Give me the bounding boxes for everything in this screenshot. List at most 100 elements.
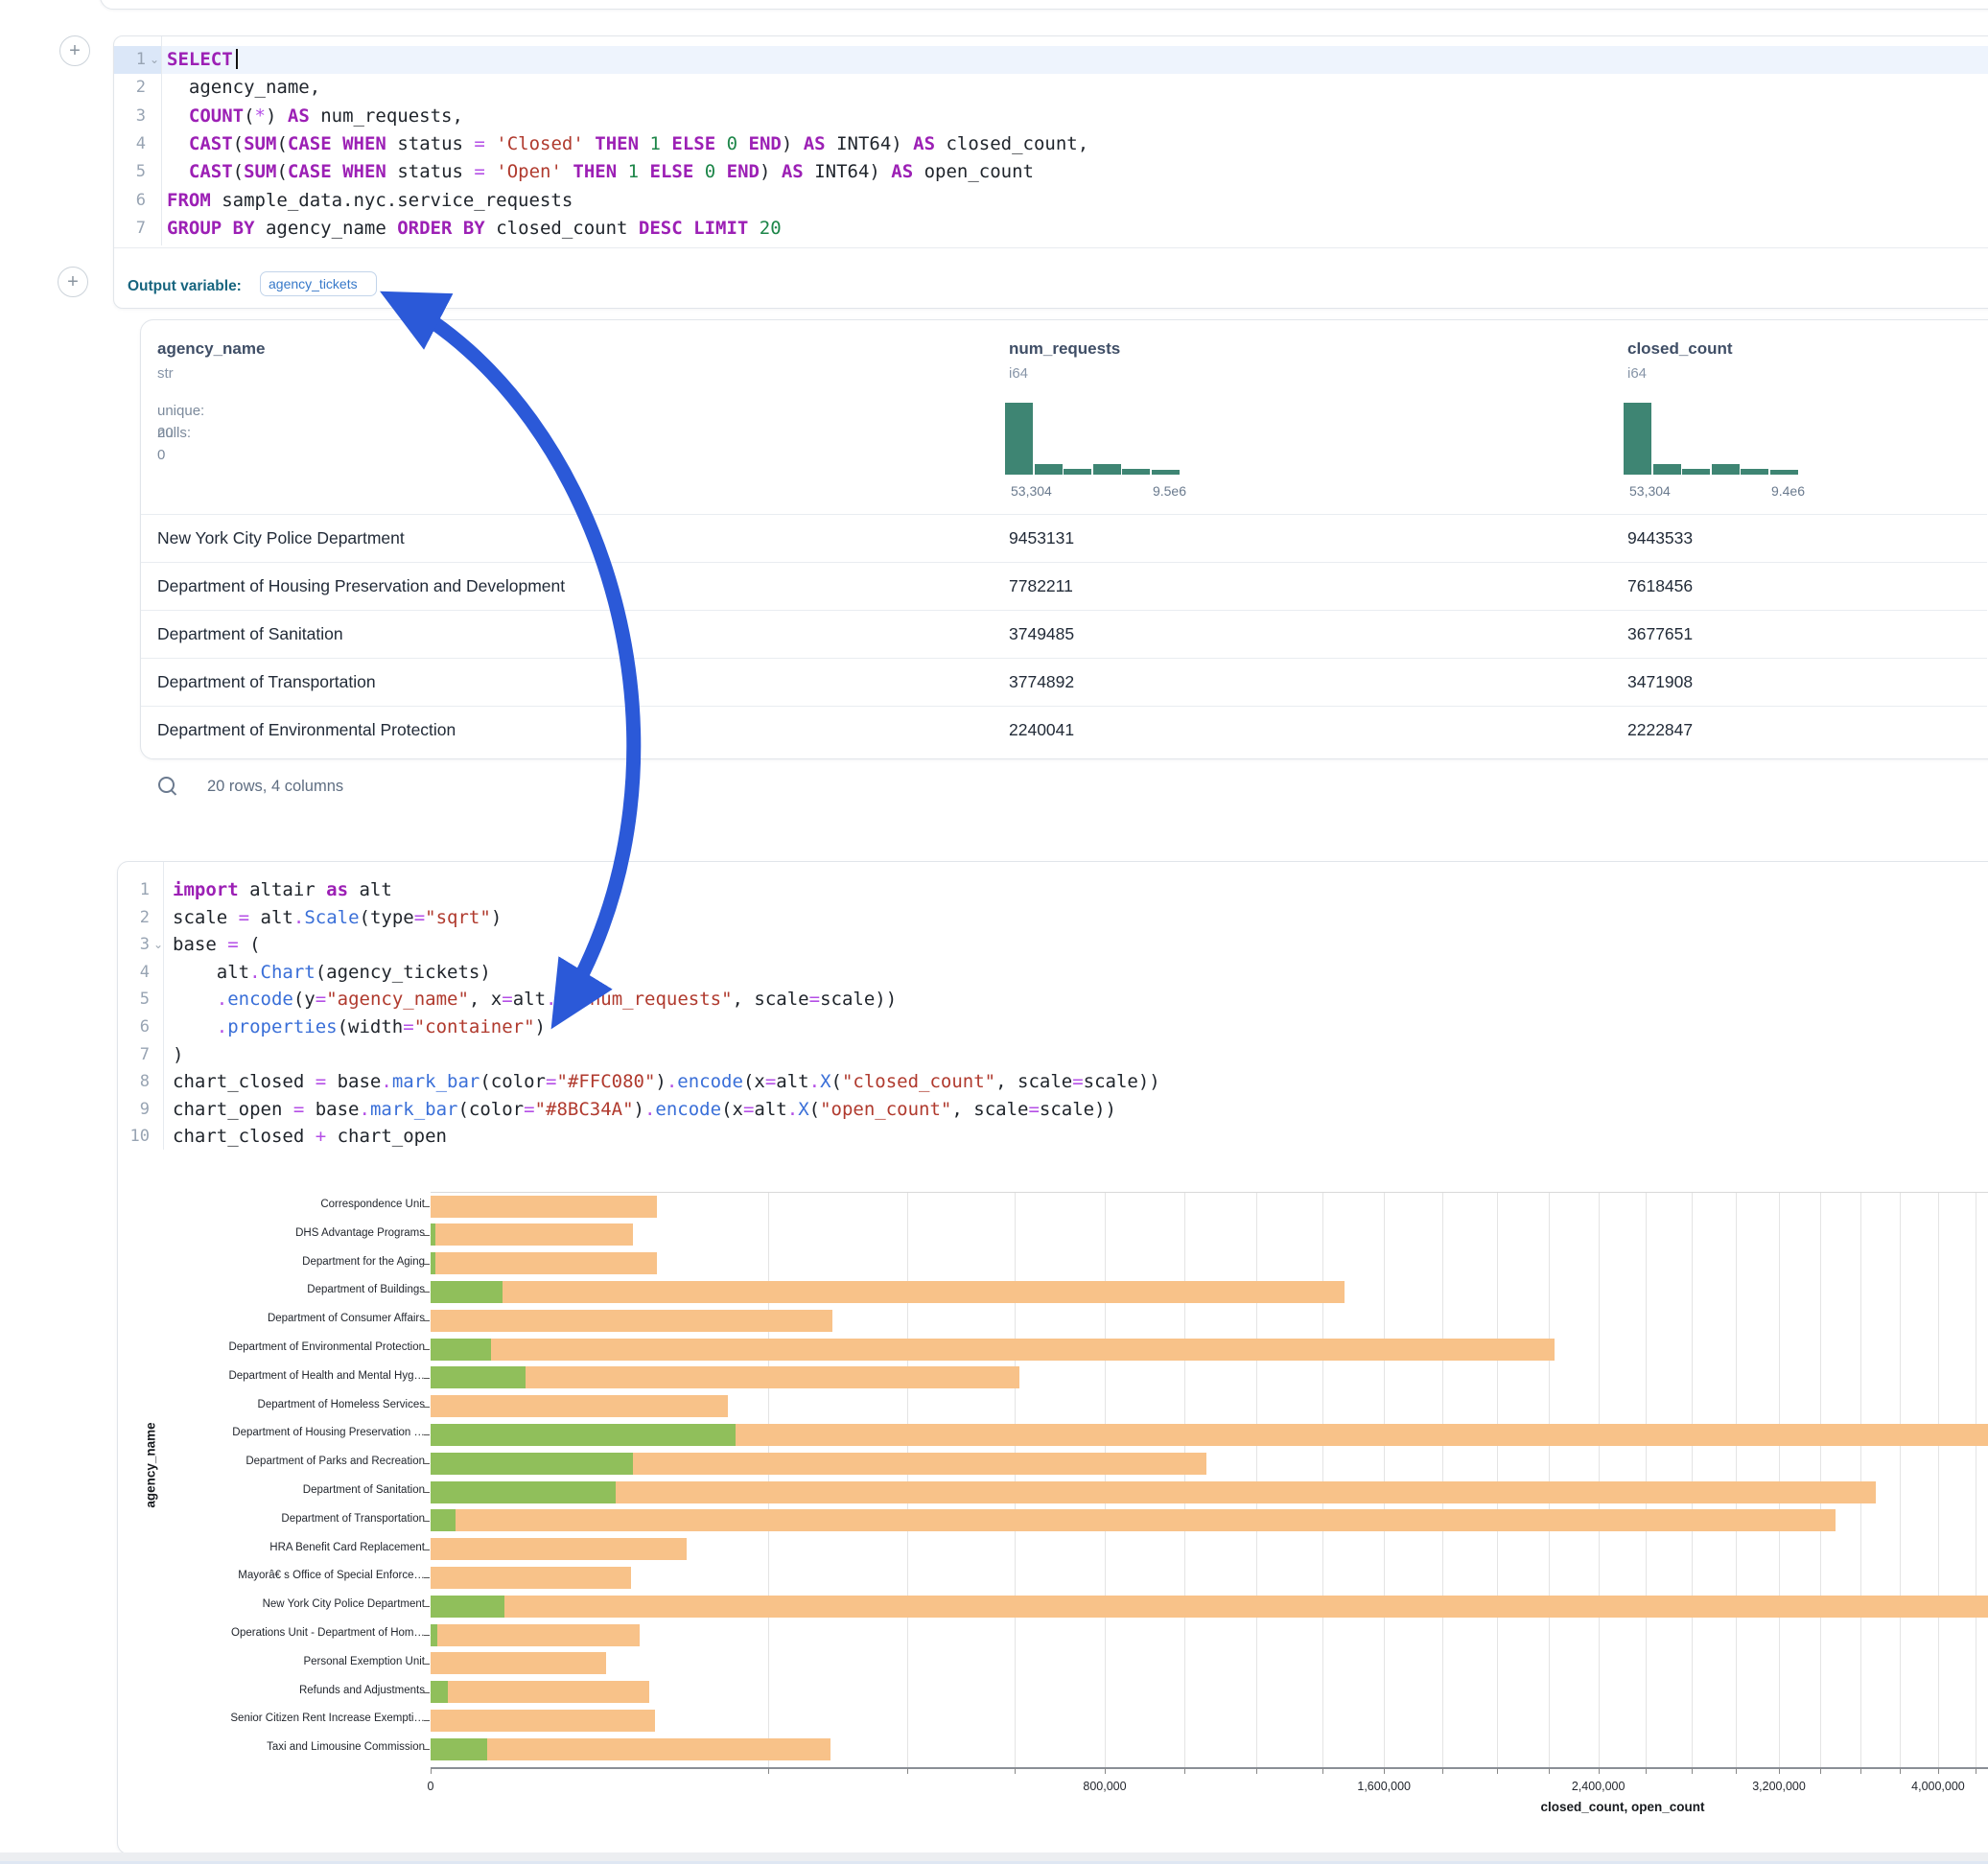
sql-cell-footer-divider [114, 247, 1988, 248]
open-count-bar [431, 1624, 437, 1646]
gridline [1820, 1193, 1821, 1767]
cell-num-requests: 3774892 [1009, 672, 1074, 692]
code-line: .encode(y="agency_name", x=alt.X("num_re… [173, 986, 897, 1014]
y-axis-label: Department of Sanitation [137, 1484, 425, 1496]
histogram-bar [1152, 470, 1181, 475]
x-axis-tick [1384, 1768, 1385, 1774]
closed-count-bar [431, 1395, 728, 1417]
x-axis-tick-label: 3,200,000 [1752, 1780, 1806, 1793]
line-number: 6 [107, 187, 146, 215]
line-number: 4 [107, 130, 146, 158]
y-axis-tick [424, 1577, 430, 1578]
histogram-bar [1122, 469, 1151, 475]
gridline [768, 1193, 769, 1767]
cell-num-requests: 2240041 [1009, 720, 1074, 740]
open-count-bar [431, 1453, 633, 1475]
cell-closed-count: 2222847 [1627, 720, 1693, 740]
cell-num-requests: 9453131 [1009, 528, 1074, 548]
gridline [1938, 1193, 1939, 1767]
gridline [1692, 1193, 1693, 1767]
histogram-bar [1005, 403, 1034, 475]
y-axis-tick [424, 1378, 430, 1379]
cell-agency-name: Department of Sanitation [157, 624, 343, 644]
output-variable-pill[interactable]: agency_tickets [260, 271, 377, 296]
closed-count-bar [431, 1624, 640, 1646]
code-line: SELECT [167, 46, 238, 74]
fold-caret-icon[interactable]: ⌄ [150, 53, 159, 66]
open-count-bar [431, 1366, 526, 1388]
add-cell-button-middle[interactable]: + [58, 267, 88, 297]
x-axis-tick [1322, 1768, 1323, 1774]
line-number: 2 [107, 74, 146, 102]
y-axis-label: Department of Buildings [137, 1284, 425, 1295]
y-axis-tick [424, 1235, 430, 1236]
x-axis-tick [1549, 1768, 1550, 1774]
gridline [1322, 1193, 1323, 1767]
row-separator [141, 610, 1987, 611]
fold-caret-icon[interactable]: ⌄ [153, 938, 163, 951]
row-separator [141, 562, 1987, 563]
y-axis-label: New York City Police Department [137, 1598, 425, 1610]
line-number: 2 [111, 904, 150, 932]
code-line: COUNT(*) AS num_requests, [167, 103, 463, 130]
line-number: 9 [111, 1096, 150, 1124]
row-separator [141, 658, 1987, 659]
open-count-bar [431, 1509, 456, 1531]
closed-count-bar [431, 1252, 657, 1274]
x-axis-tick [1015, 1768, 1016, 1774]
add-cell-button-top[interactable]: + [59, 35, 90, 66]
x-axis-tick [1256, 1768, 1257, 1774]
histogram-bar [1653, 464, 1682, 475]
y-axis-tick [424, 1549, 430, 1550]
y-axis-tick [424, 1521, 430, 1522]
open-count-bar [431, 1681, 448, 1703]
y-axis-tick [424, 1720, 430, 1721]
open-count-bar [431, 1596, 504, 1618]
x-axis-tick [431, 1768, 432, 1774]
y-axis-label: Department of Homeless Services [137, 1399, 425, 1410]
y-axis-label: Correspondence Unit [137, 1199, 425, 1210]
cell-num-requests: 3749485 [1009, 624, 1074, 644]
plot-area [431, 1192, 1988, 1767]
open-count-bar [431, 1339, 491, 1361]
code-line: import altair as alt [173, 876, 392, 904]
column-header[interactable]: num_requests [1009, 339, 1120, 359]
active-line-highlight [161, 46, 1988, 74]
y-axis-label: Department of Health and Mental Hyg… [137, 1370, 425, 1382]
column-type: i64 [1009, 365, 1028, 382]
histogram-max-label: 9.4e6 [1771, 483, 1805, 499]
x-axis-title: closed_count, open_count [1540, 1800, 1704, 1814]
histogram-bar [1624, 403, 1652, 475]
x-axis-tick [1736, 1768, 1737, 1774]
gridline [1779, 1193, 1780, 1767]
gridline [1442, 1193, 1443, 1767]
histogram-bar [1093, 464, 1122, 475]
y-axis-tick [424, 1434, 430, 1435]
gridline [1549, 1193, 1550, 1767]
closed-count-bar [431, 1196, 657, 1218]
y-axis-label: Department for the Aging [137, 1256, 425, 1268]
gridline [1184, 1193, 1185, 1767]
y-axis-tick [424, 1635, 430, 1636]
histogram-min-label: 53,304 [1011, 483, 1052, 499]
column-header[interactable]: agency_name [157, 339, 265, 359]
y-axis-tick [424, 1749, 430, 1750]
x-axis-tick [1860, 1768, 1861, 1774]
line-number: 7 [111, 1041, 150, 1069]
line-number: 5 [107, 158, 146, 186]
open-count-bar [431, 1223, 435, 1246]
histogram-bar [1741, 469, 1769, 475]
closed-count-bar [431, 1738, 830, 1760]
closed-count-bar [431, 1538, 687, 1560]
open-count-bar [431, 1252, 435, 1274]
histogram-bar [1682, 469, 1711, 475]
line-number: 10 [111, 1123, 150, 1151]
y-axis-tick [424, 1664, 430, 1665]
x-axis-tick [1105, 1768, 1106, 1774]
code-line: scale = alt.Scale(type="sqrt") [173, 904, 502, 932]
y-axis-tick [424, 1692, 430, 1693]
x-axis-tick [768, 1768, 769, 1774]
column-header[interactable]: closed_count [1627, 339, 1733, 359]
plot-top-border [431, 1192, 1988, 1193]
y-axis-label: Department of Transportation [137, 1513, 425, 1525]
